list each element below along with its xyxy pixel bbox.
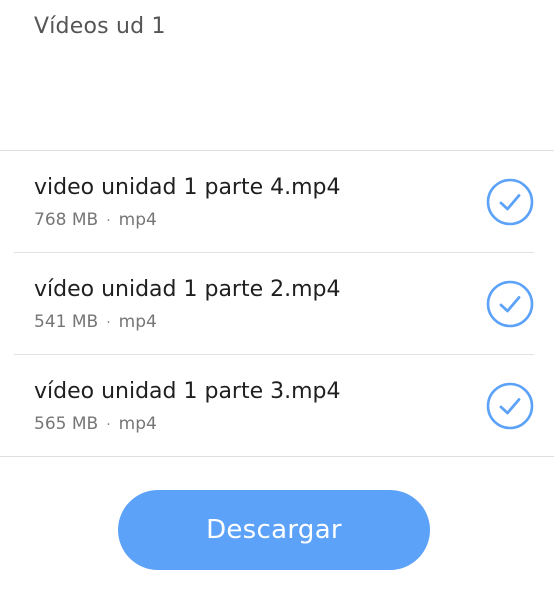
file-meta: 541 MB · mp4 [34,312,157,332]
file-size: 541 MB [34,312,99,332]
meta-separator: · [106,417,111,433]
file-meta: 768 MB · mp4 [34,210,157,230]
folder-title: Vídeos ud 1 [34,14,166,39]
file-name: video unidad 1 parte 4.mp4 [34,175,341,200]
check-circle-icon[interactable] [486,178,534,226]
list-item[interactable]: vídeo unidad 1 parte 3.mp4 565 MB · mp4 [14,355,534,456]
file-name: vídeo unidad 1 parte 2.mp4 [34,277,341,302]
download-dialog: Vídeos ud 1 video unidad 1 parte 4.mp4 7… [0,0,554,598]
file-type: mp4 [118,210,157,230]
meta-separator: · [106,315,111,331]
download-button[interactable]: Descargar [118,490,430,570]
check-circle-icon[interactable] [486,280,534,328]
dialog-header: Vídeos ud 1 [0,0,554,150]
list-item[interactable]: video unidad 1 parte 4.mp4 768 MB · mp4 [14,151,534,253]
dialog-footer: Descargar [0,457,554,598]
file-type: mp4 [118,414,157,434]
meta-separator: · [106,213,111,229]
file-type: mp4 [118,312,157,332]
file-list: video unidad 1 parte 4.mp4 768 MB · mp4 ví… [0,150,554,457]
file-size: 768 MB [34,210,99,230]
file-meta: 565 MB · mp4 [34,414,157,434]
check-circle-icon[interactable] [486,382,534,430]
file-size: 565 MB [34,414,99,434]
list-item[interactable]: vídeo unidad 1 parte 2.mp4 541 MB · mp4 [14,253,534,355]
file-name: vídeo unidad 1 parte 3.mp4 [34,379,341,404]
